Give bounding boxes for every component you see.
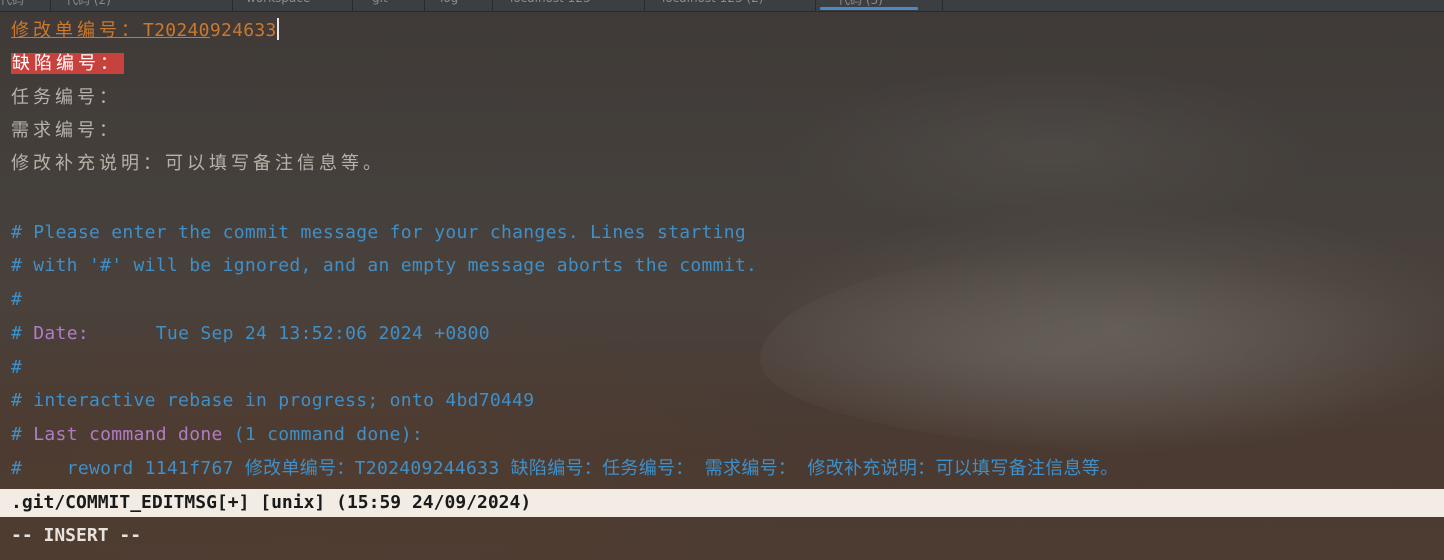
tab-bar: 代码 代码 (2) workspace git log localhost 12… xyxy=(0,0,1444,12)
tab-separator xyxy=(815,0,816,11)
comment-line-last-command: # Last command done (1 command done): xyxy=(11,423,423,447)
editor-line-defect-number[interactable]: 缺陷编号： xyxy=(11,52,124,76)
change-number-value-part1: T20240 xyxy=(143,20,210,41)
comment-line-reword: # reword 1141f767 修改单编号：T202409244633 缺陷… xyxy=(11,458,1119,479)
tab-separator xyxy=(232,0,233,11)
comment-hash: # xyxy=(11,424,34,445)
tab-6[interactable]: localhost 123 xyxy=(510,0,591,11)
editor-line-change-number[interactable]: 修改单编号：T20240924633 xyxy=(11,18,279,43)
tab-2[interactable]: 代码 (2) xyxy=(66,0,111,11)
defect-number-label-highlighted: 缺陷编号： xyxy=(11,53,124,74)
vim-statusline: .git/COMMIT_EDITMSG[+] [unix] (15:59 24/… xyxy=(0,489,1444,517)
active-tab-indicator xyxy=(820,7,918,10)
comment-line-instructions-2: # with '#' will be ignored, and an empty… xyxy=(11,255,758,276)
tab-separator xyxy=(942,0,943,11)
tab-separator xyxy=(50,0,51,11)
change-number-label: 修改单编号： xyxy=(11,20,143,41)
vim-mode-indicator: -- INSERT -- xyxy=(11,525,142,546)
comment-line-empty: # xyxy=(11,357,23,378)
tab-separator xyxy=(424,0,425,11)
comment-line-empty: # xyxy=(11,289,23,310)
tab-separator xyxy=(644,0,645,11)
statusline-text: .git/COMMIT_EDITMSG[+] [unix] (15:59 24/… xyxy=(11,492,532,513)
tab-7[interactable]: localhost 123 (2) xyxy=(662,0,763,11)
tab-separator xyxy=(352,0,353,11)
editor-line-requirement-number[interactable]: 需求编号： xyxy=(11,119,121,143)
editor-line-task-number[interactable]: 任务编号： xyxy=(11,86,121,110)
editor-line-description[interactable]: 修改补充说明：可以填写备注信息等。 xyxy=(11,152,385,176)
text-cursor xyxy=(276,18,279,40)
comment-line-rebase-status: # interactive rebase in progress; onto 4… xyxy=(11,390,535,411)
tab-separator xyxy=(492,0,493,11)
last-command-label: Last command done xyxy=(33,424,223,445)
change-number-value-part2: 924633 xyxy=(209,20,277,41)
comment-hash: # xyxy=(11,323,34,344)
tab-1[interactable]: 代码 xyxy=(0,0,24,11)
date-value: Tue Sep 24 13:52:06 2024 +0800 xyxy=(88,323,490,344)
comment-line-instructions-1: # Please enter the commit message for yo… xyxy=(11,222,747,243)
date-label: Date: xyxy=(33,323,89,344)
tab-4[interactable]: git xyxy=(372,0,388,11)
comment-line-date: # Date: Tue Sep 24 13:52:06 2024 +0800 xyxy=(11,322,490,346)
last-command-count: (1 command done): xyxy=(222,424,424,445)
tab-5[interactable]: log xyxy=(440,0,458,11)
tab-3[interactable]: workspace xyxy=(246,0,310,11)
